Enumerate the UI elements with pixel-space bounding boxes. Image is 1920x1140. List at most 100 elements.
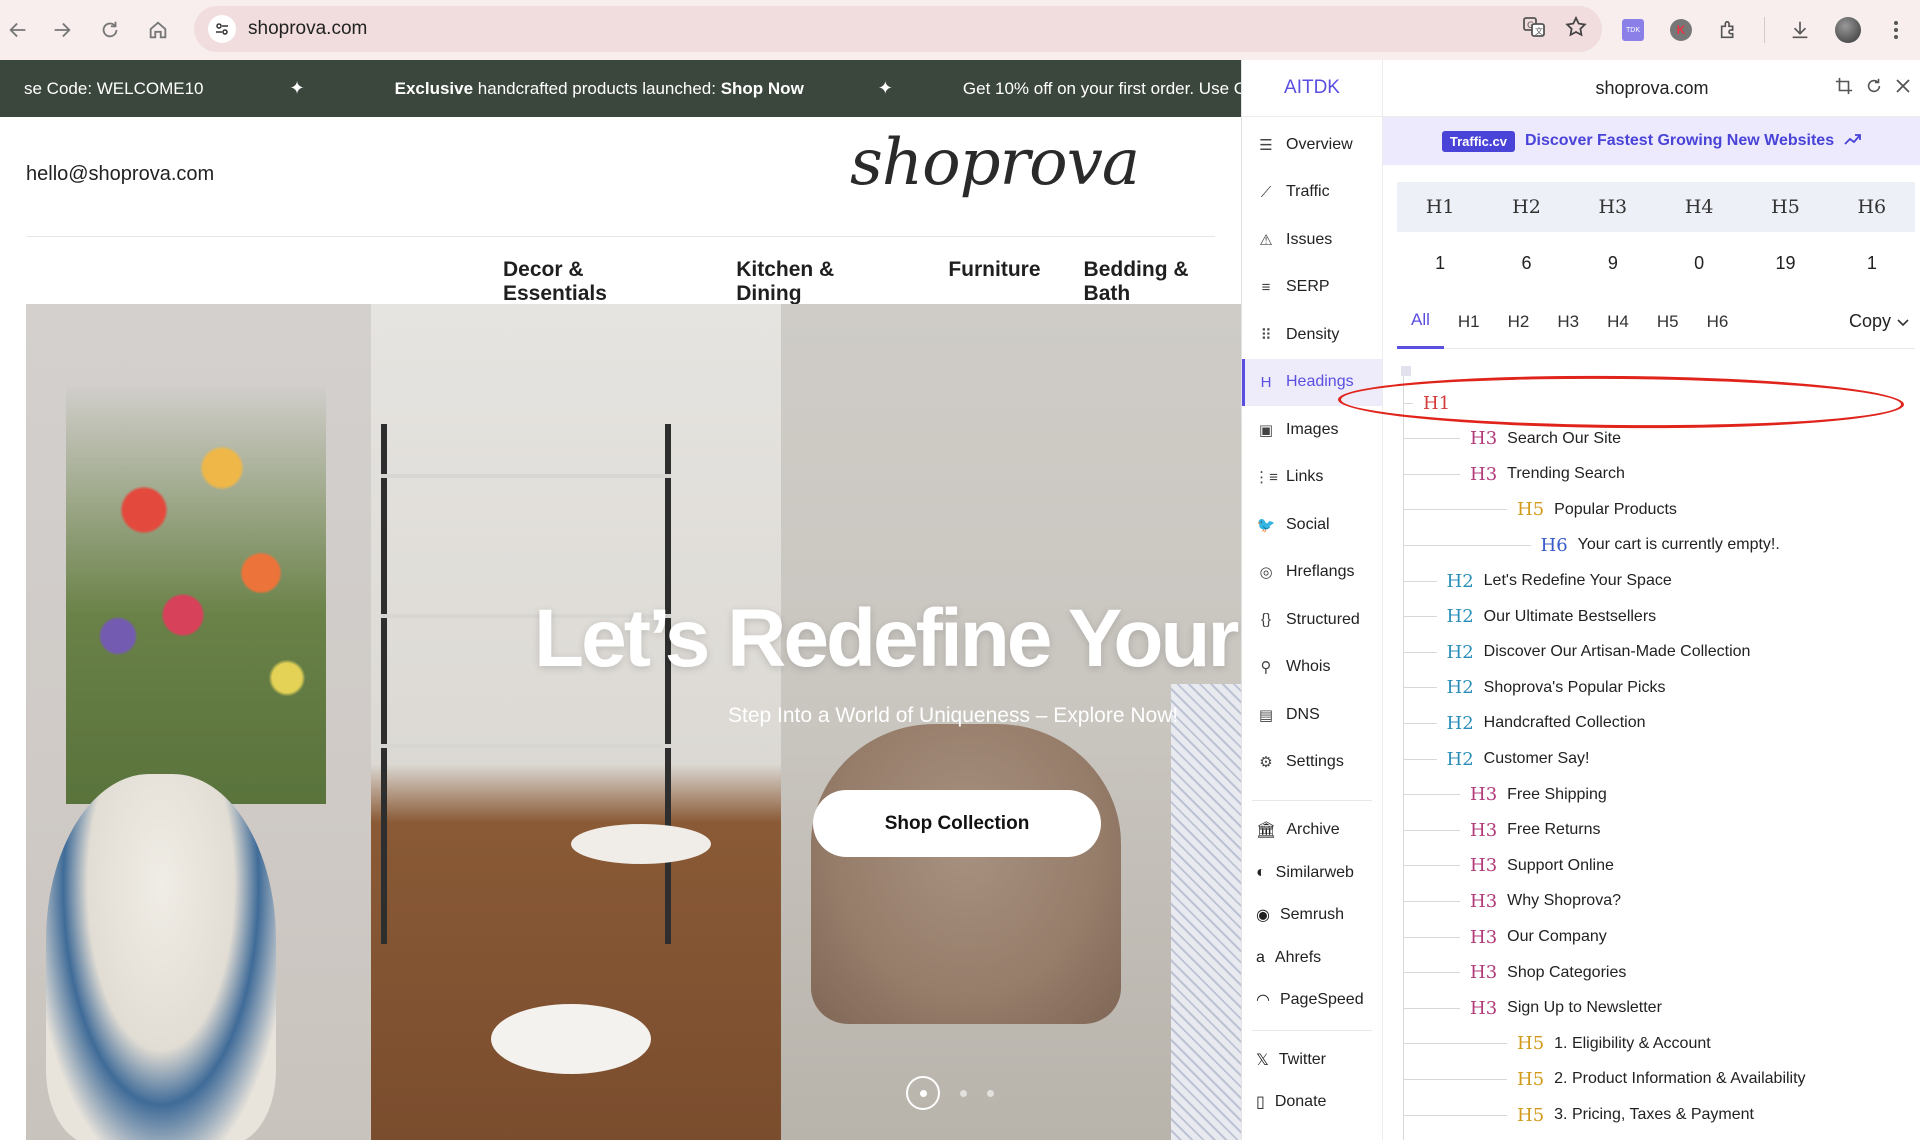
home-button[interactable] [140,12,176,48]
sidebar-item-structured[interactable]: {} Structured [1242,596,1382,644]
sidebar-item-dns[interactable]: ▤ DNS [1242,691,1382,739]
sidebar-link-similarweb[interactable]: ◐ Similarweb [1242,852,1382,895]
shop-collection-button[interactable]: Shop Collection [813,790,1101,857]
k-extension-icon[interactable]: K [1668,17,1694,43]
nav-item-furniture[interactable]: Furniture [948,258,1040,306]
sidebar-link-archive[interactable]: 🏛 Archive [1242,809,1382,852]
close-icon[interactable] [1895,78,1911,99]
crop-icon[interactable] [1835,77,1853,100]
heading-item[interactable]: H3 Free Shipping [1403,780,1607,810]
heading-item[interactable]: H5 Popular Products [1403,495,1677,525]
download-icon[interactable] [1787,17,1813,43]
heading-level-tag: H3 [1470,890,1498,912]
heading-item[interactable]: H5 3. Pricing, Taxes & Payment [1403,1100,1754,1130]
sidebar-item-social[interactable]: 🐦 Social [1242,501,1382,549]
heading-item[interactable]: H1 [1403,388,1460,418]
sidebar-link-ahrefs[interactable]: a Ahrefs [1242,937,1382,980]
heading-item[interactable]: H6 Your cart is currently empty!. [1403,530,1780,560]
heading-item[interactable]: H2 Let's Redefine Your Space [1403,566,1672,596]
heading-item[interactable]: H3 Shop Categories [1403,958,1626,988]
heading-item[interactable]: H5 2. Product Information & Availability [1403,1064,1806,1094]
tab-h2[interactable]: H2 [1494,295,1544,349]
tree-connector [1403,651,1437,653]
back-button[interactable] [0,12,36,48]
heading-text: Why Shoprova? [1507,892,1621,910]
heading-item[interactable]: H3 Free Returns [1403,815,1601,845]
x-logo-icon: 𝕏 [1256,1051,1269,1069]
site-settings-icon[interactable] [208,15,236,43]
heading-item[interactable]: H3 Trending Search [1403,459,1625,489]
tree-connector [1403,936,1460,938]
sidebar-item-images[interactable]: ▣ Images [1242,406,1382,454]
extensions-puzzle-icon[interactable] [1716,17,1742,43]
profile-avatar[interactable] [1835,17,1861,43]
tdk-extension-icon[interactable]: TDK [1620,17,1646,43]
sidebar-link-twitter[interactable]: 𝕏 Twitter [1242,1039,1382,1082]
tab-h4[interactable]: H4 [1593,295,1643,349]
sidebar-item-whois[interactable]: ⚲ Whois [1242,644,1382,692]
heading-item[interactable]: H2 Our Ultimate Bestsellers [1403,602,1656,632]
reload-button[interactable] [92,12,128,48]
heading-item[interactable]: H3 Support Online [1403,851,1614,881]
aitdk-brand[interactable]: AITDK [1242,60,1382,117]
heading-text: Discover Our Artisan-Made Collection [1483,643,1751,661]
heading-item[interactable]: H5 1. Eligibility & Account [1403,1029,1711,1059]
address-bar[interactable]: shoprova.com G文 [194,6,1602,52]
sparkle-icon: ✦ [289,78,305,98]
sidebar-item-links[interactable]: ⋮≡ Links [1242,454,1382,502]
tab-all[interactable]: All [1397,295,1444,349]
user-search-icon: ⚲ [1260,659,1272,677]
heading-item[interactable]: H2 Handcrafted Collection [1403,708,1646,738]
sidebar-link-donate[interactable]: ▯ Donate [1242,1081,1382,1124]
bookmark-star-icon[interactable] [1564,15,1588,44]
shop-now-link[interactable]: Shop Now [721,79,804,98]
copy-dropdown[interactable]: Copy [1849,311,1915,332]
tree-root-marker [1401,366,1411,376]
heading-item[interactable]: H2 Shoprova's Popular Picks [1403,673,1665,703]
carousel-dot-active[interactable] [906,1076,940,1110]
heading-level-tag: H3 [1470,997,1498,1019]
nav-item-decor[interactable]: Decor & Essentials [503,258,693,306]
sidebar-item-headings[interactable]: H Headings [1242,358,1382,406]
nav-item-bedding[interactable]: Bedding & Bath [1084,258,1241,306]
tab-h6[interactable]: H6 [1693,295,1743,349]
tab-h1[interactable]: H1 [1444,295,1494,349]
sidebar-item-overview[interactable]: ☰ Overview [1242,121,1382,169]
sidebar-link-pagespeed[interactable]: ◠ PageSpeed [1242,979,1382,1022]
tab-h5[interactable]: H5 [1643,295,1693,349]
carousel-dot[interactable] [960,1089,967,1097]
heading-level-tag: H2 [1446,677,1474,699]
tree-connector [1403,580,1437,582]
heading-item[interactable]: H3 Why Shoprova? [1403,886,1621,916]
sidebar-item-label: Structured [1286,610,1360,628]
heading-item[interactable]: H2 Customer Say! [1403,744,1589,774]
sidebar-item-serp[interactable]: ≡ SERP [1242,264,1382,312]
tab-h3[interactable]: H3 [1543,295,1593,349]
carousel-dot[interactable] [987,1089,994,1097]
nav-item-kitchen[interactable]: Kitchen & Dining [736,258,905,306]
sidebar-link-semrush[interactable]: ◉ Semrush [1242,894,1382,937]
heading-item[interactable]: H3 Search Our Site [1403,424,1621,454]
forward-arrow-icon [54,22,71,38]
site-logo[interactable]: shoprova [850,126,1140,200]
refresh-icon[interactable] [1865,77,1883,100]
sidebar-item-settings[interactable]: ⚙ Settings [1242,739,1382,787]
browser-menu-icon[interactable] [1883,17,1909,43]
sidebar-item-hreflangs[interactable]: ◎ Hreflangs [1242,549,1382,597]
ahrefs-icon: a [1256,948,1265,966]
heading-item[interactable]: H2 Discover Our Artisan-Made Collection [1403,637,1750,667]
contact-email[interactable]: hello@shoprova.com [26,163,214,186]
tree-connector [1403,687,1437,689]
heading-item[interactable]: H3 Sign Up to Newsletter [1403,993,1662,1023]
forward-button[interactable] [44,12,80,48]
sidebar-item-traffic[interactable]: ⟋ Traffic [1242,169,1382,217]
heading-level-tag: H5 [1517,499,1545,521]
sidebar-item-label: Issues [1286,230,1333,248]
traffic-banner[interactable]: Traffic.cv Discover Fastest Growing New … [1383,117,1920,165]
heading-text: Handcrafted Collection [1483,714,1646,732]
sidebar-item-label: Archive [1286,821,1340,839]
sidebar-item-issues[interactable]: ⚠ Issues [1242,216,1382,264]
sidebar-item-density[interactable]: ⠿ Density [1242,311,1382,359]
heading-item[interactable]: H3 Our Company [1403,922,1607,952]
translate-icon[interactable]: G文 [1522,15,1546,44]
